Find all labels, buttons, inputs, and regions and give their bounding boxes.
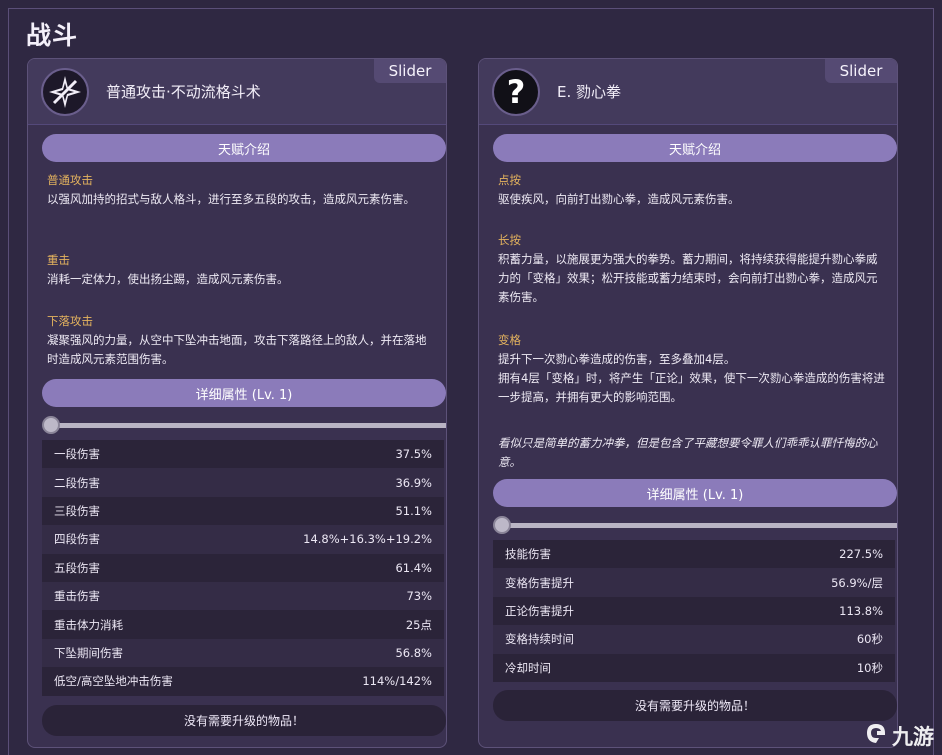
section-title: 重击 [47,253,70,267]
talent-intro-header[interactable]: 天赋介绍 [493,134,897,162]
table-row: 重击体力消耗 25点 [42,610,444,639]
flavor-text: 看似只是简单的蓄力冲拳，但是包含了平藏想要令罪人们乖乖认罪忏悔的心意。 [498,436,878,469]
watermark-text: 九游 [892,724,934,749]
stats-table: 一段伤害 37.5% 二段伤害 36.9% 三段伤害 51.1% 四段伤害 14.8%+… [42,440,444,696]
stat-value: 113.8% [839,603,883,618]
upgrade-items-footer[interactable]: 没有需要升级的物品！ [42,705,446,736]
stat-value: 36.9% [395,475,432,490]
section-plunge-attack: 下落攻击 凝聚强风的力量，从空中下坠冲击地面，攻击下落路径上的敌人，并在落地时造… [47,312,437,369]
section-charged-attack: 重击 消耗一定体力，使出扬尘踢，造成风元素伤害。 [47,251,437,289]
stat-value: 14.8%+16.3%+19.2% [303,532,432,547]
level-slider-knob[interactable] [493,516,511,534]
skill-name: E. 勠心拳 [557,83,622,101]
table-row: 五段伤害 61.4% [42,553,444,582]
section-title: 点按 [498,173,521,187]
stats-table: 技能伤害 227.5% 变格伤害提升 56.9%/层 正论伤害提升 113.8% 变格… [493,540,895,682]
stat-value: 37.5% [395,447,432,462]
stat-label: 一段伤害 [54,447,100,462]
stat-label: 四段伤害 [54,532,100,547]
stat-value: 25点 [405,617,432,632]
section-title: 下落攻击 [47,314,93,328]
normal-attack-card: 普通攻击·不动流格斗术 Slider 天赋介绍 普通攻击 以强风加持的招式与敌人… [27,58,447,748]
stat-value: 60秒 [856,632,883,647]
stat-label: 低空/高空坠地冲击伤害 [54,674,173,689]
page-title: 战斗 [26,21,79,50]
table-row: 变格持续时间 60秒 [493,625,895,654]
section-conviction: 变格 提升下一次勠心拳造成的伤害，至多叠加4层。 拥有4层「变格」时，将产生「正… [498,331,888,407]
section-title: 长按 [498,233,521,247]
level-slider-track[interactable] [46,423,446,428]
watermark: 九游 [863,720,934,751]
slider-badge[interactable]: Slider [374,59,446,83]
upgrade-items-footer[interactable]: 没有需要升级的物品！ [493,690,897,721]
table-row: 重击伤害 73% [42,581,444,611]
stat-value: 56.9%/层 [831,575,883,590]
stat-value: 56.8% [395,645,432,660]
card-header: ? E. 勠心拳 Slider [479,59,897,125]
table-row: 变格伤害提升 56.9%/层 [493,568,895,597]
stat-label: 下坠期间伤害 [54,645,123,660]
level-slider-track[interactable] [497,523,897,528]
section-normal-attack: 普通攻击 以强风加持的招式与敌人格斗，进行至多五段的攻击，造成风元素伤害。 [47,171,437,209]
section-text: 消耗一定体力，使出扬尘踢，造成风元素伤害。 [47,272,289,286]
stat-value: 114%/142% [362,674,432,689]
card-header: 普通攻击·不动流格斗术 Slider [28,59,446,125]
stat-value: 61.4% [395,560,432,575]
stat-label: 技能伤害 [505,547,551,562]
table-row: 一段伤害 37.5% [42,440,444,469]
flavor-text-block: 看似只是简单的蓄力冲拳，但是包含了平藏想要令罪人们乖乖认罪忏悔的心意。 [498,434,888,472]
star-slash-icon [41,68,89,116]
section-title: 变格 [498,333,521,347]
table-row: 四段伤害 14.8%+16.3%+19.2% [42,525,444,554]
stat-label: 变格伤害提升 [505,575,574,590]
stat-label: 三段伤害 [54,503,100,518]
detail-attributes-header[interactable]: 详细属性 (Lv. 1) [493,479,897,507]
section-tap: 点按 驱使疾风，向前打出勠心拳，造成风元素伤害。 [498,171,888,209]
stat-label: 二段伤害 [54,475,100,490]
nine-game-logo-icon [863,720,889,751]
question-mark-icon: ? [492,68,540,116]
skill-name: 普通攻击·不动流格斗术 [106,83,261,101]
table-row: 三段伤害 51.1% [42,496,444,526]
section-text: 驱使疾风，向前打出勠心拳，造成风元素伤害。 [498,192,740,206]
level-slider-knob[interactable] [42,416,60,434]
elemental-skill-card: ? E. 勠心拳 Slider 天赋介绍 点按 驱使疾风，向前打出勠心拳，造成风… [478,58,898,748]
section-text: 提升下一次勠心拳造成的伤害，至多叠加4层。 拥有4层「变格」时，将产生「正论」效… [498,352,885,404]
stat-value: 51.1% [395,503,432,518]
stat-value: 10秒 [856,660,883,675]
section-title: 普通攻击 [47,173,93,187]
stat-label: 变格持续时间 [505,632,574,647]
stat-label: 重击体力消耗 [54,617,123,632]
table-row: 低空/高空坠地冲击伤害 114%/142% [42,667,444,696]
table-row: 二段伤害 36.9% [42,468,444,497]
stat-label: 五段伤害 [54,560,100,575]
table-row: 技能伤害 227.5% [493,540,895,569]
stat-value: 73% [406,589,432,604]
section-text: 凝聚强风的力量，从空中下坠冲击地面，攻击下落路径上的敌人，并在落地时造成风元素范… [47,333,427,366]
stat-label: 冷却时间 [505,660,551,675]
detail-attributes-header[interactable]: 详细属性 (Lv. 1) [42,379,446,407]
section-text: 以强风加持的招式与敌人格斗，进行至多五段的攻击，造成风元素伤害。 [47,192,415,206]
table-row: 正论伤害提升 113.8% [493,596,895,626]
table-row: 下坠期间伤害 56.8% [42,638,444,668]
section-hold: 长按 积蓄力量，以施展更为强大的拳势。蓄力期间，将持续获得能提升勠心拳威力的「变… [498,231,888,307]
stat-label: 正论伤害提升 [505,603,574,618]
talent-intro-header[interactable]: 天赋介绍 [42,134,446,162]
table-row: 冷却时间 10秒 [493,653,895,682]
slider-badge[interactable]: Slider [825,59,897,83]
section-text: 积蓄力量，以施展更为强大的拳势。蓄力期间，将持续获得能提升勠心拳威力的「变格」效… [498,252,878,304]
stat-value: 227.5% [839,547,883,562]
stat-label: 重击伤害 [54,589,100,604]
